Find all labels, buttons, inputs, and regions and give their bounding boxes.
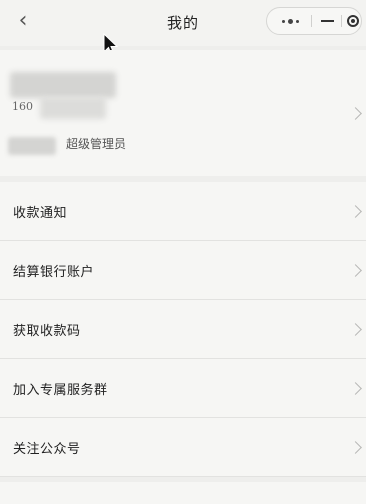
chevron-right-icon	[349, 205, 362, 218]
profile-card[interactable]: 160 超级管理员	[0, 50, 366, 176]
menu-item-payment-notification[interactable]: 收款通知	[0, 182, 366, 241]
list-bottom	[0, 482, 366, 504]
chevron-right-icon	[349, 323, 362, 336]
phone-number: 160	[12, 100, 33, 113]
menu-item-settlement-bank-account[interactable]: 结算银行账户	[0, 241, 366, 300]
more-dots-icon[interactable]	[275, 8, 305, 34]
capsule-divider	[311, 15, 312, 27]
menu-list: 收款通知 结算银行账户 获取收款码 加入专属服务群 关注公众号	[0, 182, 366, 477]
nav-bar: ‹ 我的	[0, 0, 366, 46]
redacted-phone	[40, 97, 106, 119]
chevron-right-icon	[349, 382, 362, 395]
chevron-right-icon	[349, 107, 362, 120]
role-label: 超级管理员	[66, 137, 127, 151]
chevron-right-icon	[349, 441, 362, 454]
menu-item-join-service-group[interactable]: 加入专属服务群	[0, 359, 366, 418]
capsule-divider	[341, 15, 342, 27]
redacted-store	[8, 137, 56, 155]
menu-item-follow-official-account[interactable]: 关注公众号	[0, 418, 366, 477]
menu-item-label: 加入专属服务群	[13, 383, 108, 398]
menu-item-label: 关注公众号	[13, 442, 81, 457]
redacted-name	[10, 72, 116, 98]
chevron-right-icon	[349, 264, 362, 277]
circle-close-icon[interactable]	[344, 8, 362, 34]
menu-item-label: 结算银行账户	[13, 265, 95, 280]
minimize-icon[interactable]	[316, 8, 338, 34]
menu-item-label: 收款通知	[13, 206, 68, 221]
miniprogram-capsule	[266, 7, 362, 35]
menu-item-get-payment-code[interactable]: 获取收款码	[0, 300, 366, 359]
menu-item-label: 获取收款码	[13, 324, 81, 339]
